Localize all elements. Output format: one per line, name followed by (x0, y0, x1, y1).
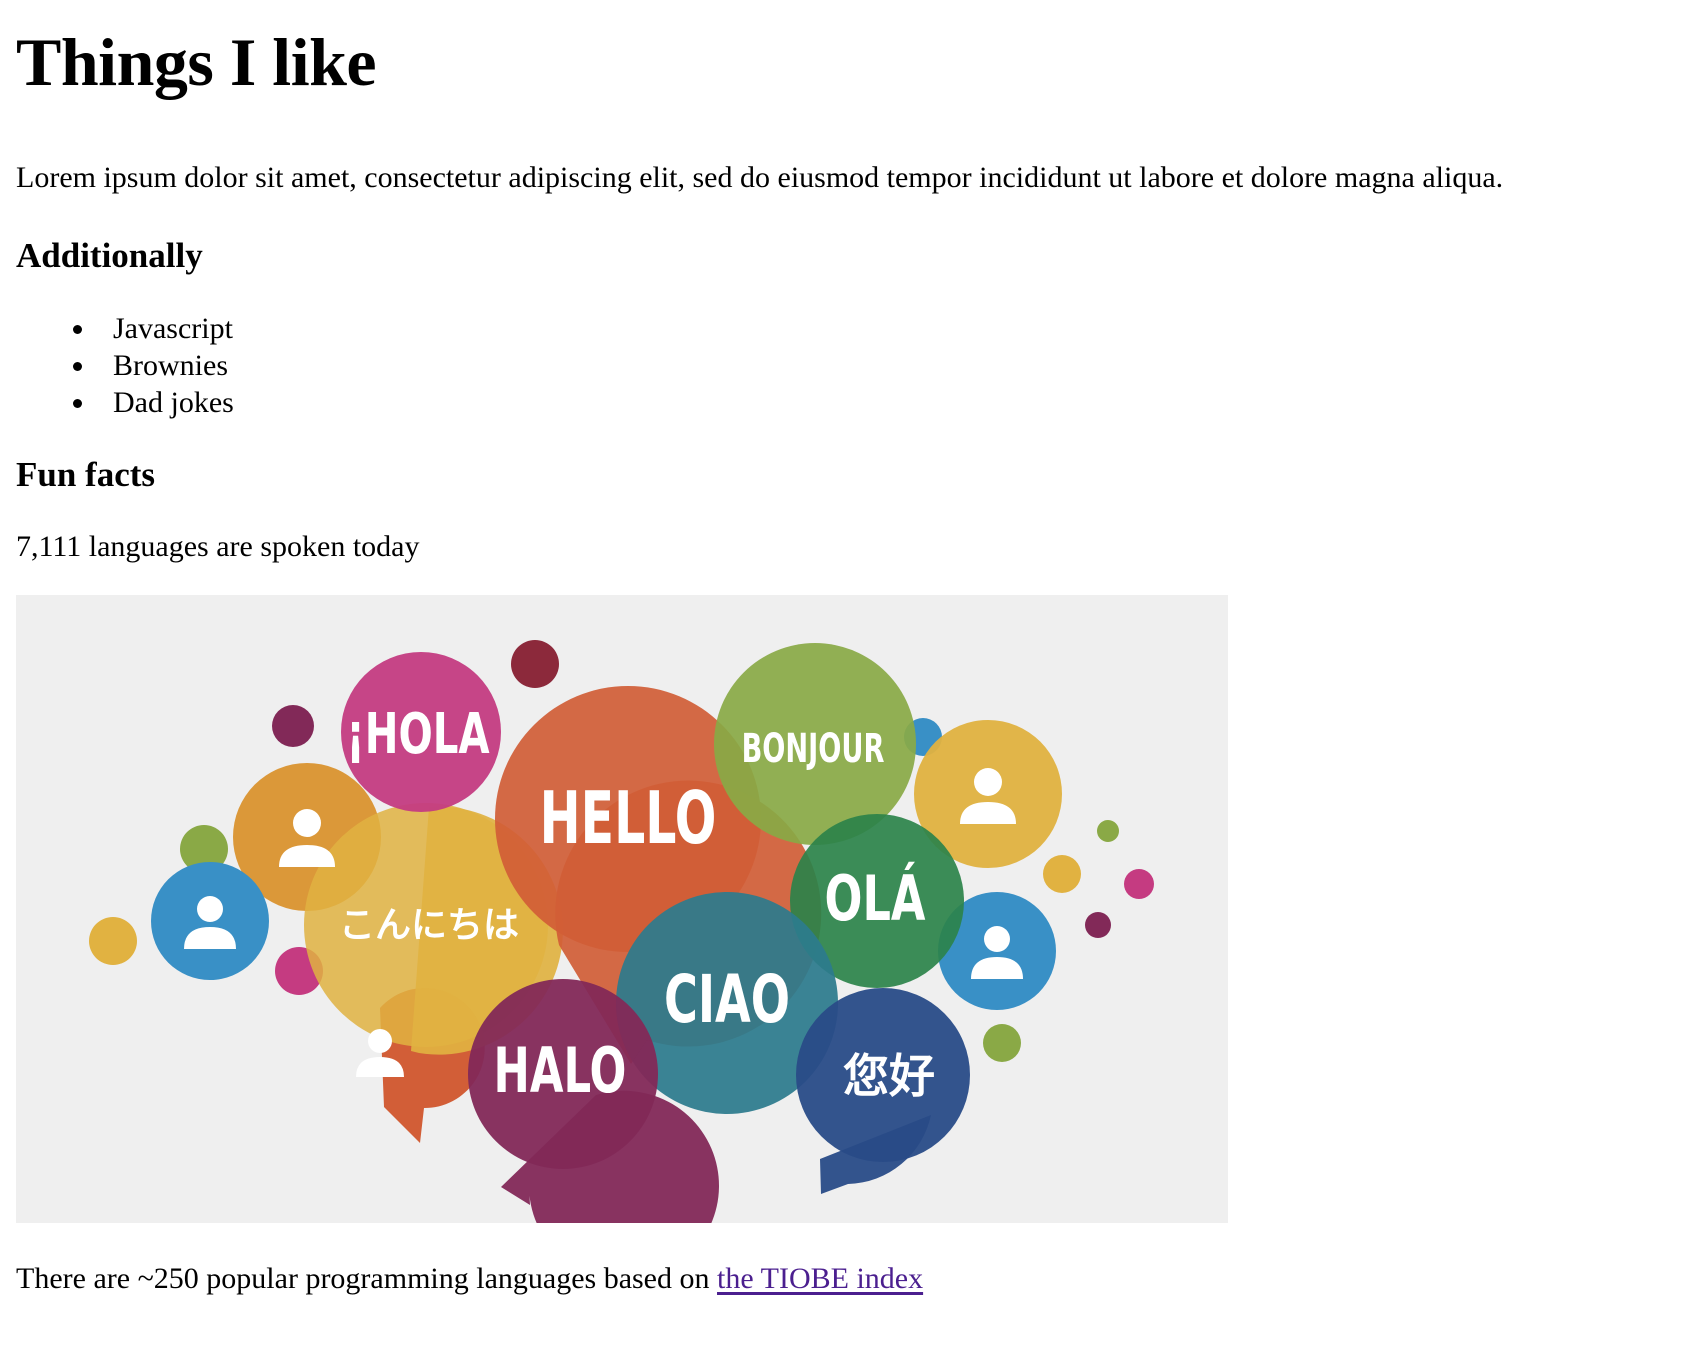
list-item: Javascript (97, 310, 1670, 347)
additionally-heading: Additionally (16, 236, 203, 275)
fact2-text: There are ~250 popular programming langu… (16, 1262, 718, 1295)
dot (272, 705, 314, 747)
konnichiwa-label: こんにちは (339, 905, 519, 946)
hello-label: HELLO (540, 776, 717, 860)
halo-label: HALO (494, 1034, 627, 1107)
ciao-label: CIAO (664, 962, 790, 1038)
dot (89, 917, 137, 965)
fun-facts-heading: Fun facts (16, 455, 156, 494)
page-content: Things I like Lorem ipsum dolor sit amet… (0, 20, 1686, 1299)
tiobe-index-link[interactable]: the TIOBE index (717, 1262, 923, 1295)
list-item: Brownies (97, 347, 1670, 384)
bonjour-label: BONJOUR (742, 726, 885, 773)
intro-paragraph: Lorem ipsum dolor sit amet, consectetur … (16, 161, 1504, 194)
programming-languages-fact: There are ~250 popular programming langu… (16, 1259, 1670, 1299)
likes-list: Javascript Brownies Dad jokes (16, 310, 1670, 421)
hola-label: ¡HOLA (346, 701, 489, 766)
page-title: Things I like (16, 24, 377, 100)
dot (983, 1024, 1021, 1062)
dot (511, 640, 559, 688)
list-item: Dad jokes (97, 384, 1670, 421)
dot (1085, 912, 1111, 938)
ola-label: OLÁ (825, 863, 926, 935)
languages-fact: 7,111 languages are spoken today (16, 530, 420, 563)
dot (1043, 855, 1081, 893)
dot (1124, 869, 1154, 899)
languages-illustration: ¡HOLA HELLO BONJOUR OLÁ こんにちは CIAO HALO … (16, 595, 1228, 1223)
nihao-label: 您好 (843, 1049, 935, 1103)
dot (1097, 820, 1119, 842)
